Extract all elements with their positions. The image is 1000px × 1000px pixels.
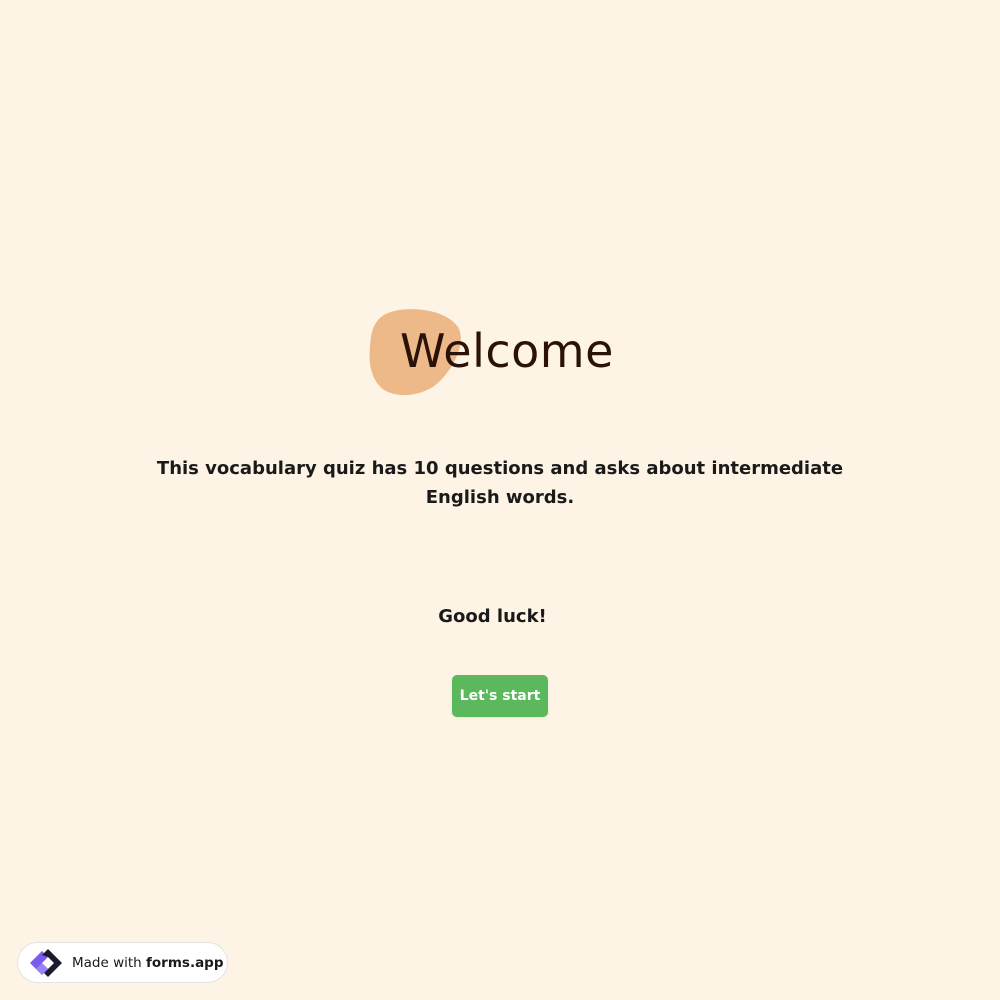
badge-prefix: Made with [72, 954, 142, 971]
forms-app-logo-icon [30, 948, 62, 977]
quiz-description: This vocabulary quiz has 10 questions an… [156, 458, 844, 508]
page-title: Welcome [400, 324, 614, 378]
welcome-page: Welcome This vocabulary quiz has 10 ques… [0, 0, 1000, 1000]
closing-message: Good luck! [438, 606, 547, 627]
badge-label: Made with forms.app [72, 955, 224, 971]
made-with-forms-app-badge[interactable]: Made with forms.app [17, 942, 228, 983]
title-area: Welcome [0, 300, 1000, 400]
badge-brand: forms.app [146, 954, 224, 971]
lets-start-button[interactable]: Let's start [452, 675, 548, 717]
